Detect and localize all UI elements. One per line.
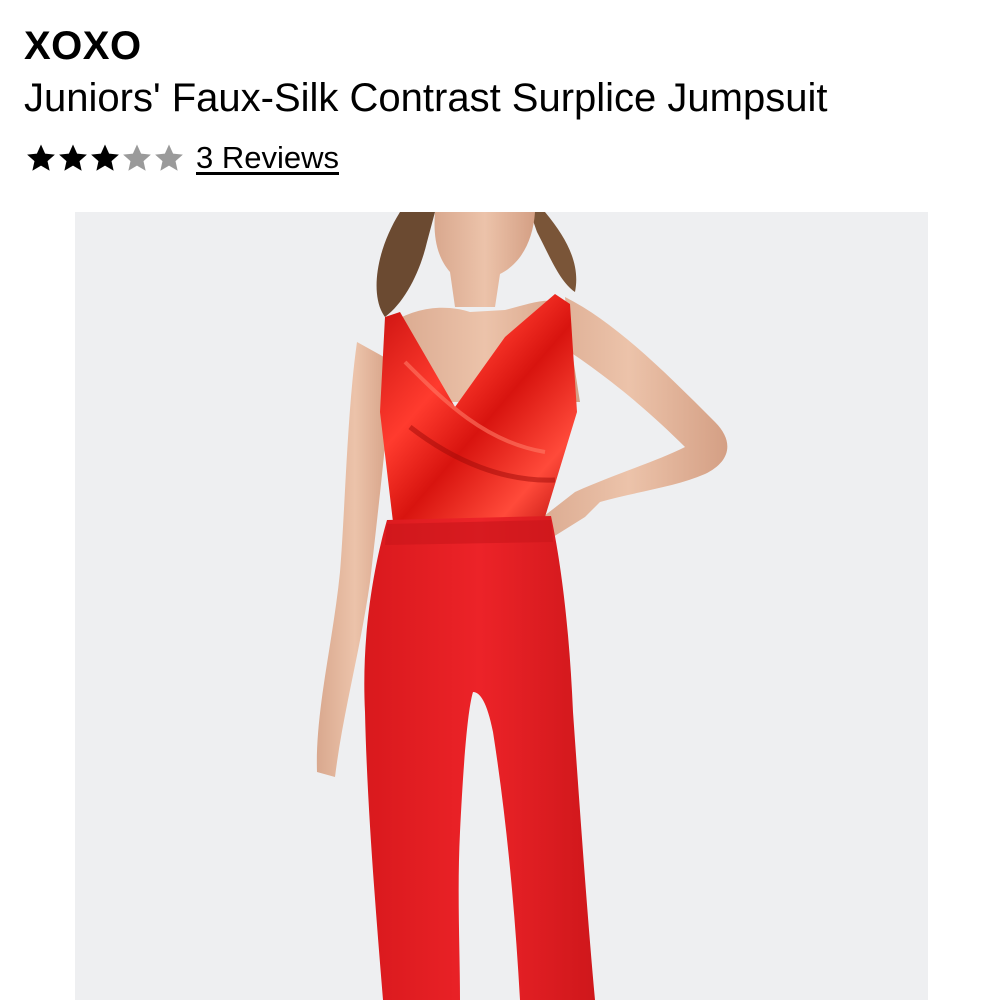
product-title: Juniors' Faux-Silk Contrast Surplice Jum… xyxy=(24,76,828,120)
star-filled-icon xyxy=(27,144,55,171)
reviews-link[interactable]: 3 Reviews xyxy=(196,140,339,176)
star-empty-icon xyxy=(123,144,151,171)
product-image[interactable] xyxy=(75,212,928,1000)
rating-row: 3 Reviews xyxy=(24,138,339,178)
star-rating xyxy=(24,141,184,175)
star-empty-icon xyxy=(155,144,183,171)
brand-name: XOXO xyxy=(24,24,142,68)
product-photo-illustration xyxy=(316,212,728,1000)
star-filled-icon xyxy=(59,144,87,171)
star-filled-icon xyxy=(91,144,119,171)
